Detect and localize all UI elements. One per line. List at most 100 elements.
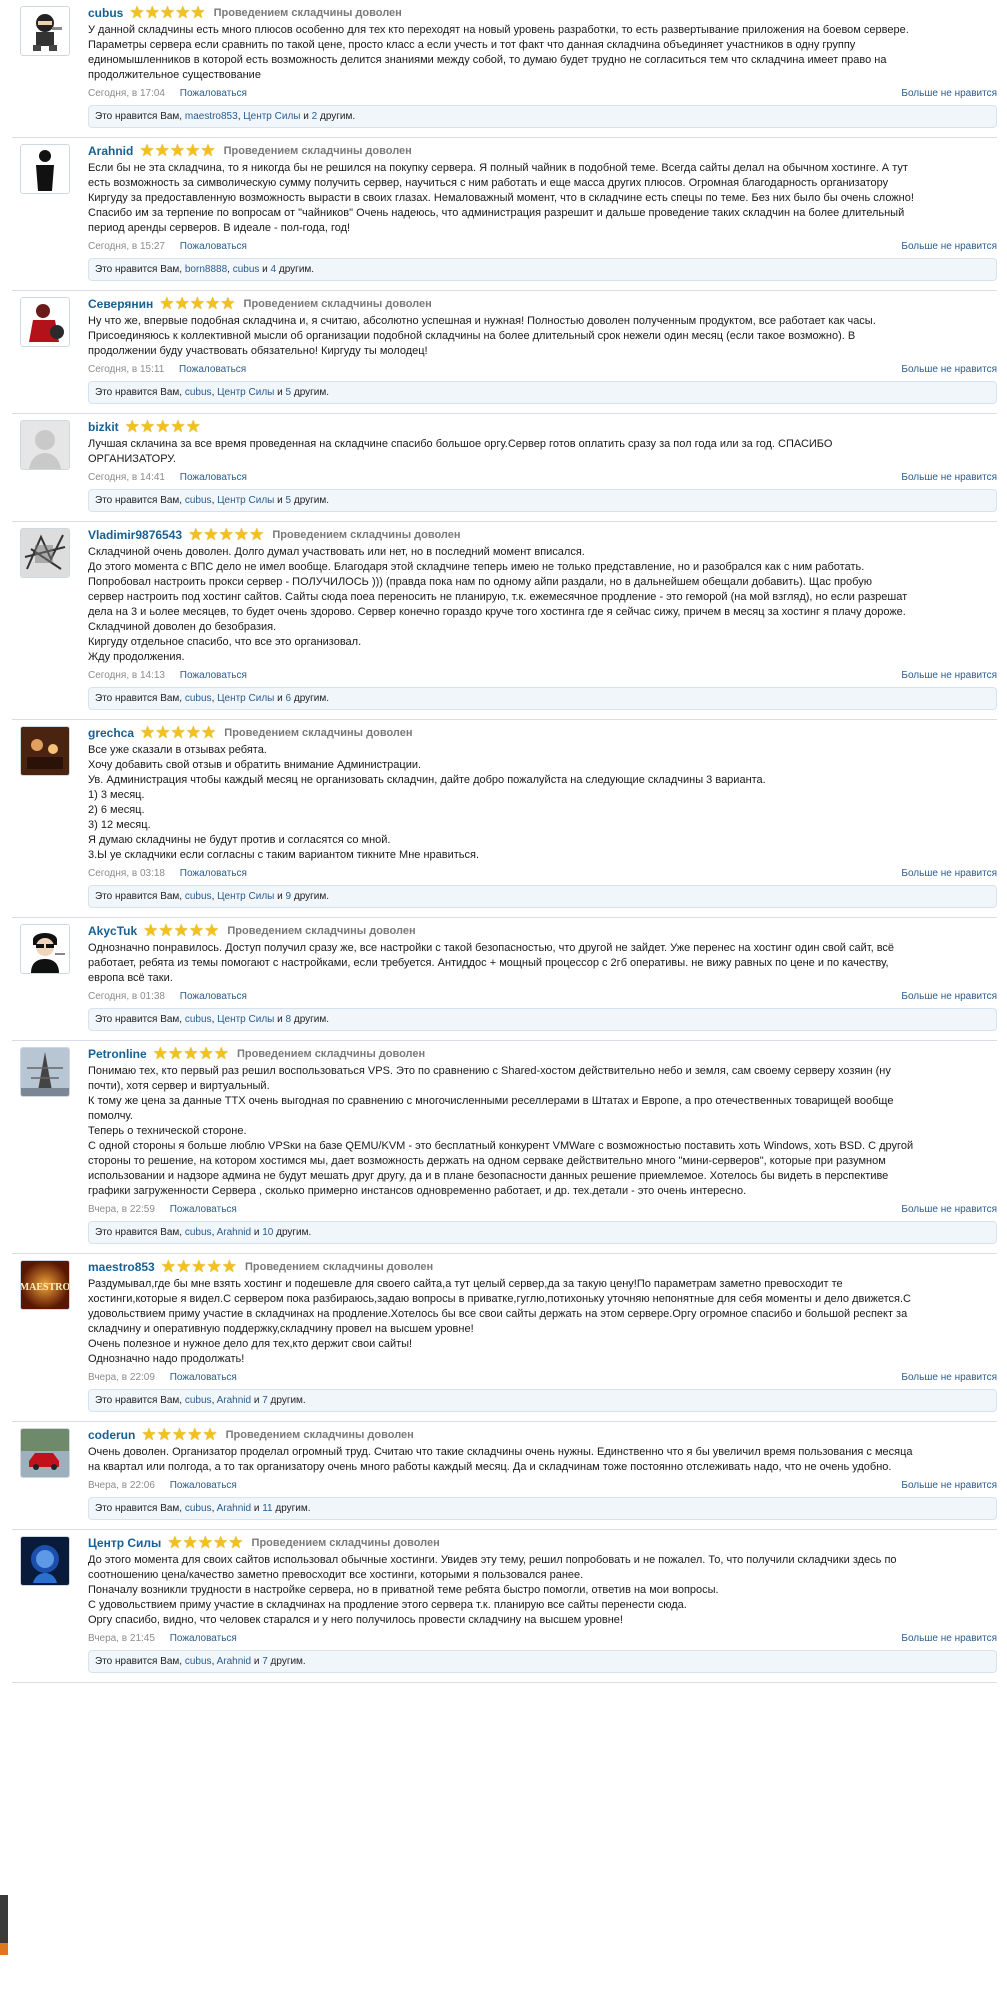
likes-and: и — [251, 1395, 263, 1406]
review-item: Vladimir9876543 ★ ★ ★ ★ ★ Проведением складч… — [12, 522, 997, 720]
liker-link[interactable]: Arahnid — [217, 1227, 251, 1238]
likes-summary: Это нравится Вам, cubus, Центр Силы и 6 … — [88, 687, 997, 710]
likes-summary: Это нравится Вам, cubus, Центр Силы и 8 … — [88, 1008, 997, 1031]
review-meta: Сегодня, в 01:38 Пожаловаться Больше не … — [88, 990, 997, 1004]
review-meta: Вчера, в 22:09 Пожаловаться Больше не нр… — [88, 1371, 997, 1385]
liker-link[interactable]: cubus — [185, 1395, 212, 1406]
review-item: Petronline ★ ★ ★ ★ ★ Проведением складчины д… — [12, 1041, 997, 1254]
report-link[interactable]: Пожаловаться — [170, 1204, 237, 1215]
liker-link[interactable]: Arahnid — [217, 1395, 251, 1406]
star-icon: ★ — [167, 1044, 184, 1063]
author-link[interactable]: AkycTuk — [88, 923, 137, 939]
liker-link[interactable]: cubus — [185, 693, 212, 704]
red-car-avatar-icon[interactable] — [20, 1428, 70, 1478]
liker-link[interactable]: Центр Силы — [217, 495, 274, 506]
liker-link[interactable]: cubus — [185, 495, 212, 506]
unlike-link[interactable]: Больше не нравится — [901, 240, 997, 254]
unlike-link[interactable]: Больше не нравится — [901, 471, 997, 485]
review-date: Вчера, в 22:59 — [88, 1204, 155, 1215]
author-link[interactable]: Arahnid — [88, 143, 133, 159]
report-link[interactable]: Пожаловаться — [180, 868, 247, 879]
author-link[interactable]: Северянин — [88, 296, 153, 312]
star-icon: ★ — [175, 1257, 192, 1276]
unlike-link[interactable]: Больше не нравится — [901, 1203, 997, 1217]
liker-link[interactable]: cubus — [185, 1656, 212, 1667]
author-link[interactable]: Центр Силы — [88, 1535, 161, 1551]
star-icon: ★ — [143, 921, 159, 940]
satisfaction-badge: Проведением складчины доволен — [272, 529, 461, 541]
report-link[interactable]: Пожаловаться — [180, 670, 247, 681]
silhouette-man-avatar-icon[interactable] — [20, 144, 70, 194]
author-link[interactable]: cubus — [88, 5, 123, 21]
sunglasses-man-avatar-icon[interactable] — [20, 924, 70, 974]
satisfaction-badge: Проведением складчины доволен — [225, 1429, 414, 1441]
liker-link[interactable]: cubus — [233, 264, 260, 275]
default-user-avatar-icon[interactable] — [20, 420, 70, 470]
review-text: До этого момента для своих сайтов исполь… — [88, 1554, 897, 1626]
report-link[interactable]: Пожаловаться — [179, 364, 246, 375]
unlike-link[interactable]: Больше не нравится — [901, 1479, 997, 1493]
maestro-logo-avatar-icon[interactable]: MAESTRO — [20, 1260, 70, 1310]
liker-link[interactable]: Центр Силы — [217, 693, 274, 704]
author-link[interactable]: maestro853 — [88, 1259, 155, 1275]
report-link[interactable]: Пожаловаться — [180, 241, 247, 252]
ninja-avatar-icon[interactable] — [20, 6, 70, 56]
review-item: Центр Силы ★ ★ ★ ★ ★ Проведением складчины д… — [12, 1530, 997, 1683]
author-link[interactable]: Petronline — [88, 1046, 147, 1062]
unlike-link[interactable]: Больше не нравится — [901, 990, 997, 1004]
star-icon: ★ — [188, 525, 204, 544]
report-link[interactable]: Пожаловаться — [180, 991, 247, 1002]
star-icon: ★ — [129, 3, 145, 22]
liker-link[interactable]: Arahnid — [217, 1503, 251, 1514]
liker-link[interactable]: Центр Силы — [217, 891, 274, 902]
liker-link[interactable]: cubus — [185, 1503, 212, 1514]
unlike-link[interactable]: Больше не нравится — [901, 1371, 997, 1385]
others-count-link[interactable]: 10 — [262, 1227, 273, 1238]
cafe-photo-avatar-icon[interactable] — [20, 726, 70, 776]
review-date: Сегодня, в 15:11 — [88, 364, 165, 375]
star-icon: ★ — [221, 1257, 237, 1276]
tower-photo-avatar-icon[interactable] — [20, 1047, 70, 1097]
liker-link[interactable]: Центр Силы — [217, 387, 274, 398]
red-character-avatar-icon[interactable] — [20, 297, 70, 347]
others-count-link[interactable]: 11 — [262, 1503, 272, 1514]
author-link[interactable]: coderun — [88, 1427, 135, 1443]
star-icon: ★ — [160, 1257, 176, 1276]
liker-link[interactable]: cubus — [185, 1227, 212, 1238]
report-link[interactable]: Пожаловаться — [180, 88, 247, 99]
liker-link[interactable]: born8888 — [185, 264, 227, 275]
liker-link[interactable]: maestro853 — [185, 111, 238, 122]
review-date: Сегодня, в 14:13 — [88, 670, 165, 681]
star-icon: ★ — [154, 141, 170, 160]
review-text: Раздумывал,где бы мне взять хостинг и по… — [88, 1278, 911, 1365]
report-link[interactable]: Пожаловаться — [170, 1372, 237, 1383]
unlike-link[interactable]: Больше не нравится — [901, 1632, 997, 1646]
likes-summary: Это нравится Вам, cubus, Центр Силы и 9 … — [88, 885, 997, 908]
unlike-link[interactable]: Больше не нравится — [901, 669, 997, 683]
likes-and: и — [251, 1227, 263, 1238]
likes-and: и — [251, 1503, 263, 1514]
liker-link[interactable]: Центр Силы — [217, 1014, 274, 1025]
side-edge-tab — [0, 1895, 8, 1943]
unlike-link[interactable]: Больше не нравится — [901, 867, 997, 881]
author-link[interactable]: grechca — [88, 725, 134, 741]
unlike-link[interactable]: Больше не нравится — [901, 87, 997, 101]
author-link[interactable]: bizkit — [88, 419, 119, 435]
report-link[interactable]: Пожаловаться — [170, 1633, 237, 1644]
report-link[interactable]: Пожаловаться — [180, 472, 247, 483]
likes-summary: Это нравится Вам, born8888, cubus и 4 др… — [88, 258, 997, 281]
review-header: AkycTuk ★ ★ ★ ★ ★ Проведением складчины дово… — [88, 921, 997, 940]
unlike-link[interactable]: Больше не нравится — [901, 363, 997, 377]
liker-link[interactable]: Arahnid — [217, 1656, 251, 1667]
sketch-avatar-icon[interactable] — [20, 528, 70, 578]
liker-link[interactable]: Центр Силы — [243, 111, 300, 122]
author-link[interactable]: Vladimir9876543 — [88, 527, 182, 543]
likes-and: и — [274, 1014, 286, 1025]
liker-link[interactable]: cubus — [185, 1014, 212, 1025]
star-icon: ★ — [156, 1425, 172, 1444]
liker-link[interactable]: cubus — [185, 387, 212, 398]
report-link[interactable]: Пожаловаться — [170, 1480, 237, 1491]
blue-head-avatar-icon[interactable] — [20, 1536, 70, 1586]
liker-link[interactable]: cubus — [185, 891, 212, 902]
star-icon: ★ — [228, 1533, 244, 1552]
